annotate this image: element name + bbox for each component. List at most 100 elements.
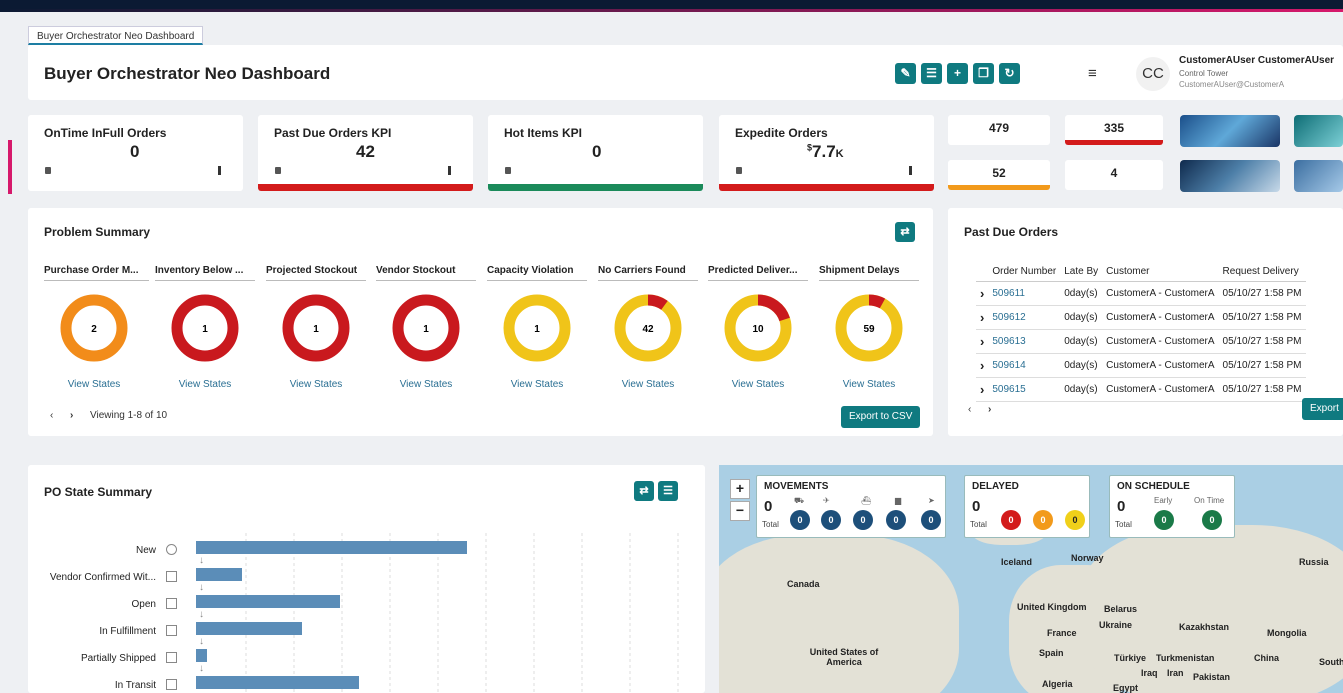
export-button[interactable]: Export (1302, 398, 1343, 420)
mini-tile[interactable]: 335 (1065, 115, 1163, 145)
kpi-hot-items[interactable]: Hot Items KPI 0 (488, 115, 703, 191)
edit-button[interactable]: ✎ (895, 63, 916, 84)
refresh-button[interactable]: ↻ (999, 63, 1020, 84)
kpi-info-icon[interactable] (448, 166, 451, 175)
problem-donut[interactable]: 59 (834, 293, 904, 363)
menu-icon[interactable]: ≡ (1088, 65, 1097, 82)
mini-tile[interactable]: 52 (948, 160, 1050, 190)
order-number-link[interactable]: 509615 (988, 377, 1061, 402)
thumbnail-image[interactable] (1180, 160, 1280, 192)
thumbnail-image[interactable] (1294, 115, 1343, 147)
copy-button[interactable]: ❐ (973, 63, 994, 84)
po-state-bar[interactable] (196, 541, 467, 554)
kpi-ontime-infull[interactable]: OnTime InFull Orders 0 (28, 115, 243, 191)
order-number-link[interactable]: 509614 (988, 353, 1061, 378)
column-header[interactable]: Customer (1102, 262, 1219, 282)
order-number-link[interactable]: 509612 (988, 305, 1061, 330)
movement-count[interactable]: 0 (790, 510, 810, 530)
problem-column-header[interactable]: Projected Stockout (266, 265, 366, 281)
expand-row-icon[interactable]: › (976, 329, 989, 354)
thumbnail-image[interactable] (1180, 115, 1280, 147)
order-number-link[interactable]: 509613 (988, 329, 1061, 354)
kpi-past-due[interactable]: Past Due Orders KPI 42 (258, 115, 473, 191)
column-header[interactable]: Request Delivery (1218, 262, 1306, 282)
movement-count[interactable]: 0 (821, 510, 841, 530)
on-time-count[interactable]: 0 (1202, 510, 1222, 530)
problem-column-header[interactable]: Predicted Deliver... (708, 265, 808, 281)
list-button[interactable]: ☰ (921, 63, 942, 84)
view-states-link[interactable]: View States (165, 379, 245, 390)
expand-row-icon[interactable]: › (976, 353, 989, 378)
mini-tile[interactable]: 4 (1065, 160, 1163, 190)
expand-row-icon[interactable]: › (976, 377, 989, 402)
pager-next-icon[interactable]: › (70, 410, 73, 421)
kpi-info-icon[interactable] (909, 166, 912, 175)
delayed-count[interactable]: 0 (1065, 510, 1085, 530)
expand-row-icon[interactable]: › (976, 305, 989, 330)
delayed-count[interactable]: 0 (1033, 510, 1053, 530)
po-state-row[interactable]: Partially Shipped (44, 649, 705, 671)
po-state-bar[interactable] (196, 649, 207, 662)
kpi-expedite[interactable]: Expedite Orders $7.7K (719, 115, 934, 191)
table-row[interactable]: › 509611 0day(s) CustomerA - CustomerA 05/10… (976, 281, 1306, 306)
po-state-bar[interactable] (196, 568, 243, 581)
problem-donut[interactable]: 1 (281, 293, 351, 363)
po-state-row[interactable]: In Transit (44, 676, 705, 693)
problem-donut[interactable]: 1 (170, 293, 240, 363)
view-states-link[interactable]: View States (276, 379, 356, 390)
table-row[interactable]: › 509613 0day(s) CustomerA - CustomerA 05/10… (976, 329, 1306, 354)
problem-column-header[interactable]: Purchase Order M... (44, 265, 149, 281)
kpi-info-icon[interactable] (218, 166, 221, 175)
pager-next-icon[interactable]: › (988, 404, 991, 415)
problem-donut[interactable]: 2 (59, 293, 129, 363)
movement-count[interactable]: 0 (853, 510, 873, 530)
early-count[interactable]: 0 (1154, 510, 1174, 530)
movement-count[interactable]: 0 (921, 510, 941, 530)
avatar[interactable]: CC (1136, 57, 1170, 91)
expand-row-icon[interactable]: › (976, 281, 989, 306)
table-row[interactable]: › 509612 0day(s) CustomerA - CustomerA 05/10… (976, 305, 1306, 330)
po-state-bar[interactable] (196, 595, 340, 608)
po-state-row[interactable]: Vendor Confirmed Wit... (44, 568, 705, 590)
tab-dashboard[interactable]: Buyer Orchestrator Neo Dashboard (28, 26, 204, 45)
table-row[interactable]: › 509615 0day(s) CustomerA - CustomerA 05/10… (976, 377, 1306, 402)
view-states-link[interactable]: View States (608, 379, 688, 390)
mini-tile[interactable]: 479 (948, 115, 1050, 145)
thumbnail-image[interactable] (1294, 160, 1343, 192)
delayed-count[interactable]: 0 (1001, 510, 1021, 530)
pager-prev-icon[interactable]: ‹ (968, 404, 971, 415)
zoom-out-button[interactable]: − (730, 501, 750, 521)
view-states-link[interactable]: View States (54, 379, 134, 390)
export-csv-button[interactable]: Export to CSV (841, 406, 921, 428)
problem-donut[interactable]: 1 (391, 293, 461, 363)
view-states-link[interactable]: View States (386, 379, 466, 390)
problem-donut[interactable]: 42 (613, 293, 683, 363)
po-state-bar[interactable] (196, 622, 302, 635)
column-header[interactable] (976, 262, 989, 282)
problem-column-header[interactable]: Inventory Below ... (155, 265, 255, 281)
add-button[interactable]: + (947, 63, 968, 84)
po-state-row[interactable]: In Fulfillment (44, 622, 705, 644)
shipment-map[interactable]: + − MOVEMENTS 0 Total ⛟ ✈ ⛴ ▆ ➤ 0 0 0 0 … (719, 465, 1343, 693)
pager-prev-icon[interactable]: ‹ (50, 410, 53, 421)
order-number-link[interactable]: 509611 (988, 281, 1061, 306)
po-state-row[interactable]: Open (44, 595, 705, 617)
po-state-bar[interactable] (196, 676, 359, 689)
view-states-link[interactable]: View States (497, 379, 577, 390)
problem-donut[interactable]: 1 (502, 293, 572, 363)
view-states-link[interactable]: View States (829, 379, 909, 390)
problem-column-header[interactable]: Shipment Delays (819, 265, 919, 281)
problem-donut[interactable]: 10 (723, 293, 793, 363)
column-header[interactable]: Late By (1060, 262, 1103, 282)
view-states-link[interactable]: View States (718, 379, 798, 390)
problem-column-header[interactable]: Capacity Violation (487, 265, 587, 281)
problem-column-header[interactable]: Vendor Stockout (376, 265, 476, 281)
zoom-in-button[interactable]: + (730, 479, 750, 499)
movement-count[interactable]: 0 (886, 510, 906, 530)
table-row[interactable]: › 509614 0day(s) CustomerA - CustomerA 05/10… (976, 353, 1306, 378)
problem-column-header[interactable]: No Carriers Found (598, 265, 698, 281)
po-state-row[interactable]: New (44, 541, 705, 563)
column-header[interactable]: Order Number (988, 262, 1061, 282)
past-due-orders-card: Past Due Orders Order Number Late By Cus… (948, 208, 1343, 436)
settings-toggle-icon[interactable]: ⇄ (895, 222, 915, 242)
